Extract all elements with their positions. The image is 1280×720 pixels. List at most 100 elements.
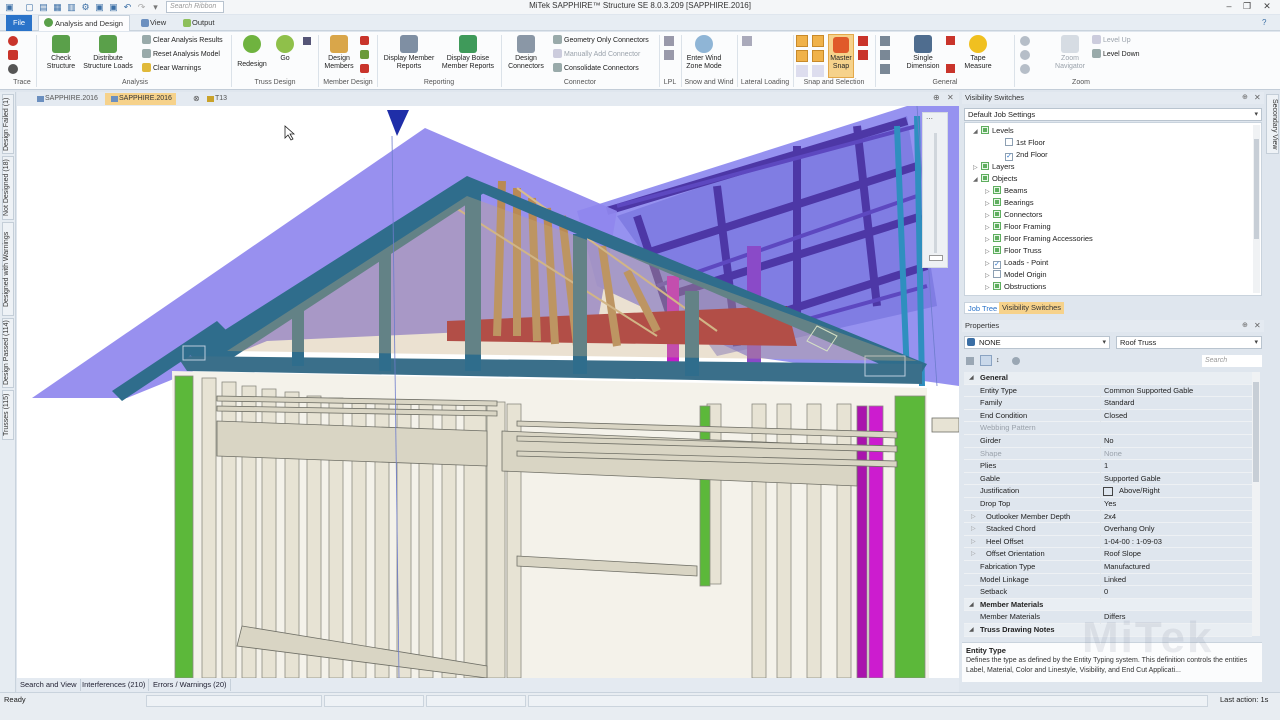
visibility-checkbox[interactable] — [993, 282, 1001, 290]
property-row[interactable]: Justification Above/Right — [964, 485, 1252, 498]
close-icon[interactable]: ✕ — [1258, 0, 1276, 13]
tab-designed-with-warnings[interactable]: Designed with Warnings — [2, 222, 14, 316]
expand-arrow-icon[interactable]: ▷ — [971, 548, 976, 561]
close-icon[interactable]: ✕ — [1254, 93, 1261, 102]
reset-analysis-model-button[interactable]: Reset Analysis Model — [142, 49, 220, 60]
tab-search-and-view[interactable]: Search and View — [17, 679, 81, 691]
properties-scrollbar[interactable] — [1252, 372, 1260, 636]
visibility-checkbox[interactable] — [993, 234, 1001, 242]
paint-icon[interactable] — [880, 64, 890, 74]
zoom-slider[interactable]: ⋯ — [922, 112, 948, 268]
minimize-icon[interactable]: – — [1220, 0, 1238, 13]
visibility-checkbox[interactable] — [993, 210, 1001, 218]
restore-icon[interactable]: ❐ — [1238, 0, 1256, 13]
trace-icon-1[interactable] — [8, 36, 18, 46]
close-icon[interactable]: ✕ — [1254, 321, 1261, 330]
property-value[interactable]: No — [1100, 435, 1250, 448]
master-snap-button[interactable]: Master Snap — [828, 34, 854, 78]
property-value[interactable]: Supported Gable — [1100, 472, 1250, 486]
property-row[interactable]: Family Standard — [964, 397, 1252, 410]
visibility-checkbox[interactable] — [981, 174, 989, 182]
tab-not-designed[interactable]: Not Designed (18) — [2, 156, 14, 220]
tab-file[interactable]: File — [6, 15, 32, 31]
property-row[interactable]: Fabrication Type Manufactured — [964, 561, 1252, 574]
copy-icon[interactable] — [880, 50, 890, 60]
zoom-slider-menu-icon[interactable]: ⋯ — [926, 115, 933, 123]
selection-filter-dropdown[interactable]: NONE — [964, 336, 1110, 349]
member-small-icon-2[interactable] — [360, 50, 369, 59]
help-icon[interactable]: ? — [1262, 18, 1266, 27]
property-value[interactable]: Common Supported Gable — [1100, 384, 1250, 398]
go-button[interactable]: Go — [272, 35, 298, 63]
tab-errors-warnings[interactable]: Errors / Warnings (20) — [150, 679, 231, 691]
geometry-only-connectors-button[interactable]: Geometry Only Connectors — [553, 35, 649, 46]
property-value[interactable]: Roof Slope — [1100, 548, 1250, 561]
property-value[interactable]: 1-04-00 : 1-09-03 — [1100, 535, 1250, 549]
property-row[interactable]: Model Linkage Linked — [964, 573, 1252, 587]
visibility-checkbox[interactable] — [993, 270, 1001, 278]
member-small-icon-3[interactable] — [360, 64, 369, 73]
categorized-icon[interactable] — [966, 357, 974, 365]
property-value[interactable]: Closed — [1100, 409, 1250, 423]
tree-item[interactable]: 1st Floor — [997, 137, 1045, 149]
snap-mode-icon-2[interactable] — [812, 35, 824, 47]
property-value[interactable]: Linked — [1100, 573, 1250, 587]
pin-icon[interactable]: ⊕ — [933, 93, 940, 102]
property-value[interactable]: 2x4 — [1100, 510, 1250, 524]
manually-add-connector-button[interactable]: Manually Add Connector — [553, 49, 640, 60]
object-type-dropdown[interactable]: Roof Truss — [1116, 336, 1262, 349]
visibility-checkbox[interactable]: ✓ — [1005, 153, 1013, 161]
collapse-arrow-icon[interactable]: ◢ — [973, 174, 981, 186]
property-row[interactable]: Setback 0 — [964, 586, 1252, 599]
property-value[interactable]: Manufactured — [1100, 561, 1250, 574]
tree-scrollbar[interactable] — [1253, 125, 1260, 293]
zoom-icon-1[interactable] — [1020, 36, 1030, 46]
trace-icon-2[interactable] — [8, 50, 18, 60]
display-boise-reports-button[interactable]: Display Boise Member Reports — [440, 35, 496, 71]
selection-icon-2[interactable] — [858, 50, 868, 60]
expand-arrow-icon[interactable]: ▷ — [985, 282, 993, 294]
visibility-checkbox[interactable] — [981, 126, 989, 134]
collapse-arrow-icon[interactable]: ◢ — [969, 599, 974, 612]
close-icon[interactable]: ✕ — [947, 93, 954, 102]
sort-alpha-icon[interactable]: ↕ — [996, 357, 1000, 364]
property-value[interactable]: 0 — [1100, 586, 1250, 599]
property-row[interactable]: Webbing Pattern — [964, 422, 1252, 435]
tree-item[interactable]: ✓ 2nd Floor — [997, 149, 1048, 161]
property-pages-icon[interactable] — [1012, 357, 1020, 365]
tab-design-passed[interactable]: Design Passed (114) — [2, 318, 14, 388]
pin-icon[interactable]: ⊕ — [1242, 93, 1248, 101]
property-category[interactable]: General ◢ — [964, 372, 1252, 385]
property-row[interactable]: Girder No — [964, 435, 1252, 448]
level-up-button[interactable]: Level Up — [1092, 35, 1131, 46]
expand-arrow-icon[interactable]: ▷ — [971, 511, 976, 524]
expand-arrow-icon[interactable]: ▷ — [971, 536, 976, 549]
property-value[interactable]: Yes — [1100, 498, 1250, 511]
tab-secondary-view[interactable]: Secondary View — [1266, 94, 1279, 154]
tab-job-tree[interactable]: Job Tree — [964, 302, 1002, 314]
property-value[interactable]: 1 — [1100, 460, 1250, 473]
expand-arrow-icon[interactable]: ▷ — [971, 523, 976, 536]
visibility-checkbox[interactable] — [981, 162, 989, 170]
property-row[interactable]: Heel Offset 1-04-00 : 1-09-03 ▷ — [964, 535, 1252, 549]
visibility-checkbox[interactable] — [1005, 138, 1013, 146]
property-row[interactable]: Gable Supported Gable — [964, 472, 1252, 486]
clear-analysis-results-button[interactable]: Clear Analysis Results — [142, 35, 223, 46]
truss-small-icon[interactable] — [303, 37, 311, 45]
enter-wind-zone-button[interactable]: Enter Wind Zone Mode — [684, 35, 724, 71]
zoom-icon-3[interactable] — [1020, 64, 1030, 74]
property-category[interactable]: Member Materials ◢ — [964, 598, 1252, 612]
collapse-arrow-icon[interactable]: ◢ — [973, 126, 981, 138]
property-value[interactable]: Above/Right — [1100, 485, 1250, 498]
general-small-icon-2[interactable] — [946, 64, 955, 73]
tape-measure-button[interactable]: Tape Measure — [960, 35, 996, 71]
single-dimension-button[interactable]: Single Dimension — [904, 35, 942, 71]
property-row[interactable]: Offset Orientation Roof Slope ▷ — [964, 548, 1252, 561]
distribute-loads-button[interactable]: Distribute Structure Loads — [82, 35, 134, 71]
snap-mode-icon-1[interactable] — [796, 35, 808, 47]
snap-mode-icon-4[interactable] — [812, 50, 824, 62]
general-small-icon-1[interactable] — [946, 36, 955, 45]
design-members-button[interactable]: Design Members — [322, 35, 356, 71]
redesign-button[interactable]: Redesign — [236, 35, 268, 69]
level-down-button[interactable]: Level Down — [1092, 49, 1140, 60]
